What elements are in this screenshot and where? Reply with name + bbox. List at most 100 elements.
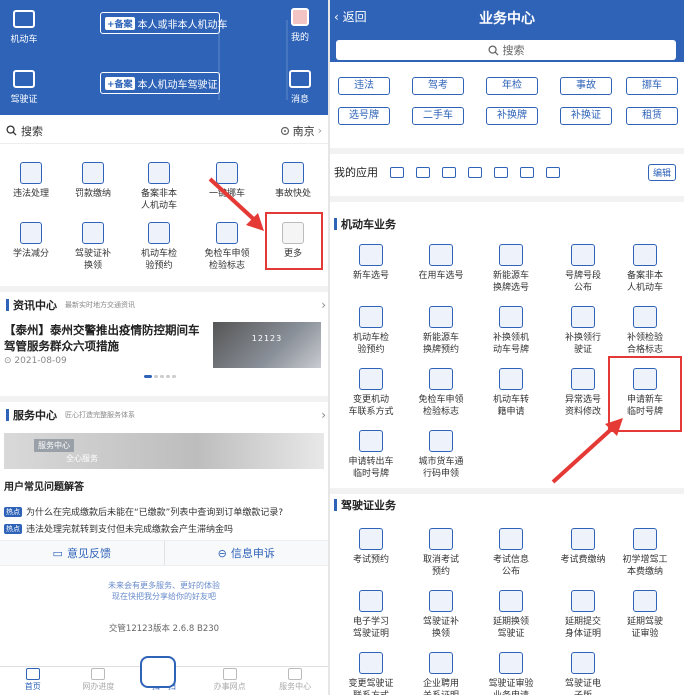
scan-button[interactable] (140, 656, 176, 688)
grid-label: 一键挪车 (208, 189, 245, 199)
business-item[interactable]: 驾驶证补 换领 (406, 590, 476, 640)
chevron-right-icon: › (317, 124, 322, 137)
register-license-banner[interactable]: +备案 本人机动车驾驶证 (100, 72, 220, 94)
chip[interactable]: 租赁 (626, 107, 678, 125)
appeal-button[interactable]: ⊖ 信息申诉 (165, 541, 329, 565)
business-item[interactable]: 变更驾驶证 联系方式 (336, 652, 406, 695)
chip[interactable]: 补换证 (560, 107, 612, 125)
business-item[interactable]: 企业聘用 关系证明 (406, 652, 476, 695)
tab-offices[interactable]: 办事网点 (197, 667, 263, 695)
faq-item[interactable]: 热点 为什么在完成缴款后未能在“已缴款”列表中查询到订单缴款记录? (4, 505, 283, 518)
app-shortcut-icon[interactable] (520, 166, 534, 178)
app-shortcut-icon[interactable] (468, 166, 482, 178)
business-item[interactable]: 新能源车 换牌预约 (406, 306, 476, 356)
grid-item-inspection[interactable]: 机动车检 验预约 (128, 222, 190, 272)
section-title: 服务中心 (13, 409, 57, 422)
chip[interactable]: 挪车 (626, 77, 678, 95)
service-banner[interactable]: 服务中心 全心服务 (4, 433, 324, 469)
business-item[interactable]: 新车选号 (336, 244, 406, 282)
business-item[interactable]: 考试预约 (336, 528, 406, 566)
vehicle-button[interactable]: 机动车 (4, 10, 44, 45)
grid-item-fine[interactable]: 罚款缴纳 (62, 162, 124, 200)
business-item[interactable]: 延期提交 身体证明 (548, 590, 618, 640)
chip[interactable]: 年检 (486, 77, 538, 95)
business-icon (571, 368, 595, 390)
grid-item-move-car[interactable]: 一键挪车 (196, 162, 258, 200)
business-item[interactable]: 补领检验 合格标志 (610, 306, 680, 356)
business-icon (359, 528, 383, 550)
business-item[interactable]: 初学增驾工 本费缴纳 (610, 528, 680, 578)
grid-label: 备案非本 人机动车 (140, 189, 177, 211)
business-item[interactable]: 备案非本 人机动车 (610, 244, 680, 294)
messages-label: 消息 (290, 95, 309, 105)
register-vehicle-banner[interactable]: +备案 本人或非本人机动车 (100, 12, 228, 34)
business-item[interactable]: 变更机动 车联系方式 (336, 368, 406, 418)
business-icon (429, 430, 453, 452)
share-note[interactable]: 未来会有更多服务、更好的体验 现在快把我分享给你的好友吧 (0, 580, 328, 602)
business-item[interactable]: 考试信息 公布 (476, 528, 546, 578)
service-section-header[interactable]: 服务中心 匠心打造完整服务体系 › (0, 396, 328, 428)
business-item[interactable]: 电子学习 驾驶证明 (336, 590, 406, 640)
chip[interactable]: 补换牌 (486, 107, 538, 125)
app-shortcut-icon[interactable] (416, 166, 430, 178)
business-item[interactable]: 新能源车 换牌选号 (476, 244, 546, 294)
business-item[interactable]: 城市货车通 行码申领 (406, 430, 476, 480)
business-item[interactable]: 申请转出车 临时号牌 (336, 430, 406, 480)
business-item[interactable]: 免检车申领 检验标志 (406, 368, 476, 418)
app-shortcut-icon[interactable] (494, 166, 508, 178)
messages-button[interactable]: 消息 (280, 70, 320, 105)
news-item[interactable]: 【泰州】泰州交警推出疫情防控期间车驾管服务群众六项措施 ⊙ 2021-08-09 (4, 322, 209, 366)
business-search-input[interactable]: 搜索 (336, 40, 676, 60)
register-tag: +备案 (105, 76, 135, 90)
app-shortcut-icon[interactable] (390, 166, 404, 178)
business-item[interactable]: 补换领行 驶证 (548, 306, 618, 356)
business-item[interactable]: 延期驾驶 证审验 (610, 590, 680, 640)
news-section-header[interactable]: 资讯中心 最新实时地方交通资讯 › (0, 286, 328, 318)
business-icon (429, 306, 453, 328)
business-item[interactable]: 在用车选号 (406, 244, 476, 282)
tab-service[interactable]: 服务中心 (262, 667, 328, 695)
city-selector[interactable]: 南京 › (280, 123, 322, 139)
appeal-label: 信息申诉 (230, 547, 275, 560)
edit-button[interactable]: 编辑 (647, 163, 676, 181)
app-shortcut-icon[interactable] (442, 166, 456, 178)
business-item[interactable]: 取消考试 预约 (406, 528, 476, 578)
chip[interactable]: 选号牌 (338, 107, 390, 125)
tab-progress[interactable]: 网办进度 (66, 667, 132, 695)
tab-home[interactable]: 首页 (0, 667, 66, 695)
service-banner-text: 全心服务 (66, 454, 98, 463)
business-item[interactable]: 延期换领 驾驶证 (476, 590, 546, 640)
grid-item-register-vehicle[interactable]: 备案非本 人机动车 (128, 162, 190, 212)
highlight-temp-plate (608, 356, 682, 432)
license-button[interactable]: 驾驶证 (4, 70, 44, 105)
grid-item-study[interactable]: 学法减分 (0, 222, 62, 260)
search-icon (487, 44, 499, 56)
chip[interactable]: 事故 (560, 77, 612, 95)
news-headline: 【泰州】泰州交警推出疫情防控期间车驾管服务群众六项措施 (4, 323, 200, 353)
faq-item[interactable]: 热点 违法处理完就转到支付但未完成缴款会产生滞纳金吗 (4, 522, 233, 535)
business-icon (429, 590, 453, 612)
business-item[interactable]: 驾驶证审验 业务申请 (476, 652, 546, 695)
grid-item-accident[interactable]: 事故快处 (262, 162, 324, 200)
faq-text: 为什么在完成缴款后未能在“已缴款”列表中查询到订单缴款记录? (26, 508, 284, 518)
profile-button[interactable]: 我的 (280, 8, 320, 43)
business-item[interactable]: 驾驶证电 子版 (548, 652, 618, 695)
chip[interactable]: 违法 (338, 77, 390, 95)
news-thumbnail[interactable]: 12123 (213, 322, 321, 368)
chip[interactable]: 驾考 (412, 77, 464, 95)
tab-label: 网办进度 (82, 682, 115, 691)
feedback-button[interactable]: ▭ 意见反馈 (0, 541, 165, 565)
business-item[interactable]: 补换领机 动车号牌 (476, 306, 546, 356)
faq-text: 违法处理完就转到支付但未完成缴款会产生滞纳金吗 (26, 525, 234, 535)
grid-item-violation[interactable]: 违法处理 (0, 162, 62, 200)
grid-item-license-renew[interactable]: 驾驶证补 换领 (62, 222, 124, 272)
business-item[interactable]: 机动车检 验预约 (336, 306, 406, 356)
business-item[interactable]: 考试费缴纳 (548, 528, 618, 566)
business-item[interactable]: 号牌号段 公布 (548, 244, 618, 294)
business-label: 申请转出车 临时号牌 (348, 457, 394, 479)
grid-item-exempt[interactable]: 免检车申领 检验标志 (196, 222, 258, 272)
chip[interactable]: 二手车 (412, 107, 464, 125)
business-item[interactable]: 机动车转 籍申请 (476, 368, 546, 418)
home-search-bar[interactable]: 搜索 南京 › (0, 118, 328, 144)
app-shortcut-icon[interactable] (546, 166, 560, 178)
